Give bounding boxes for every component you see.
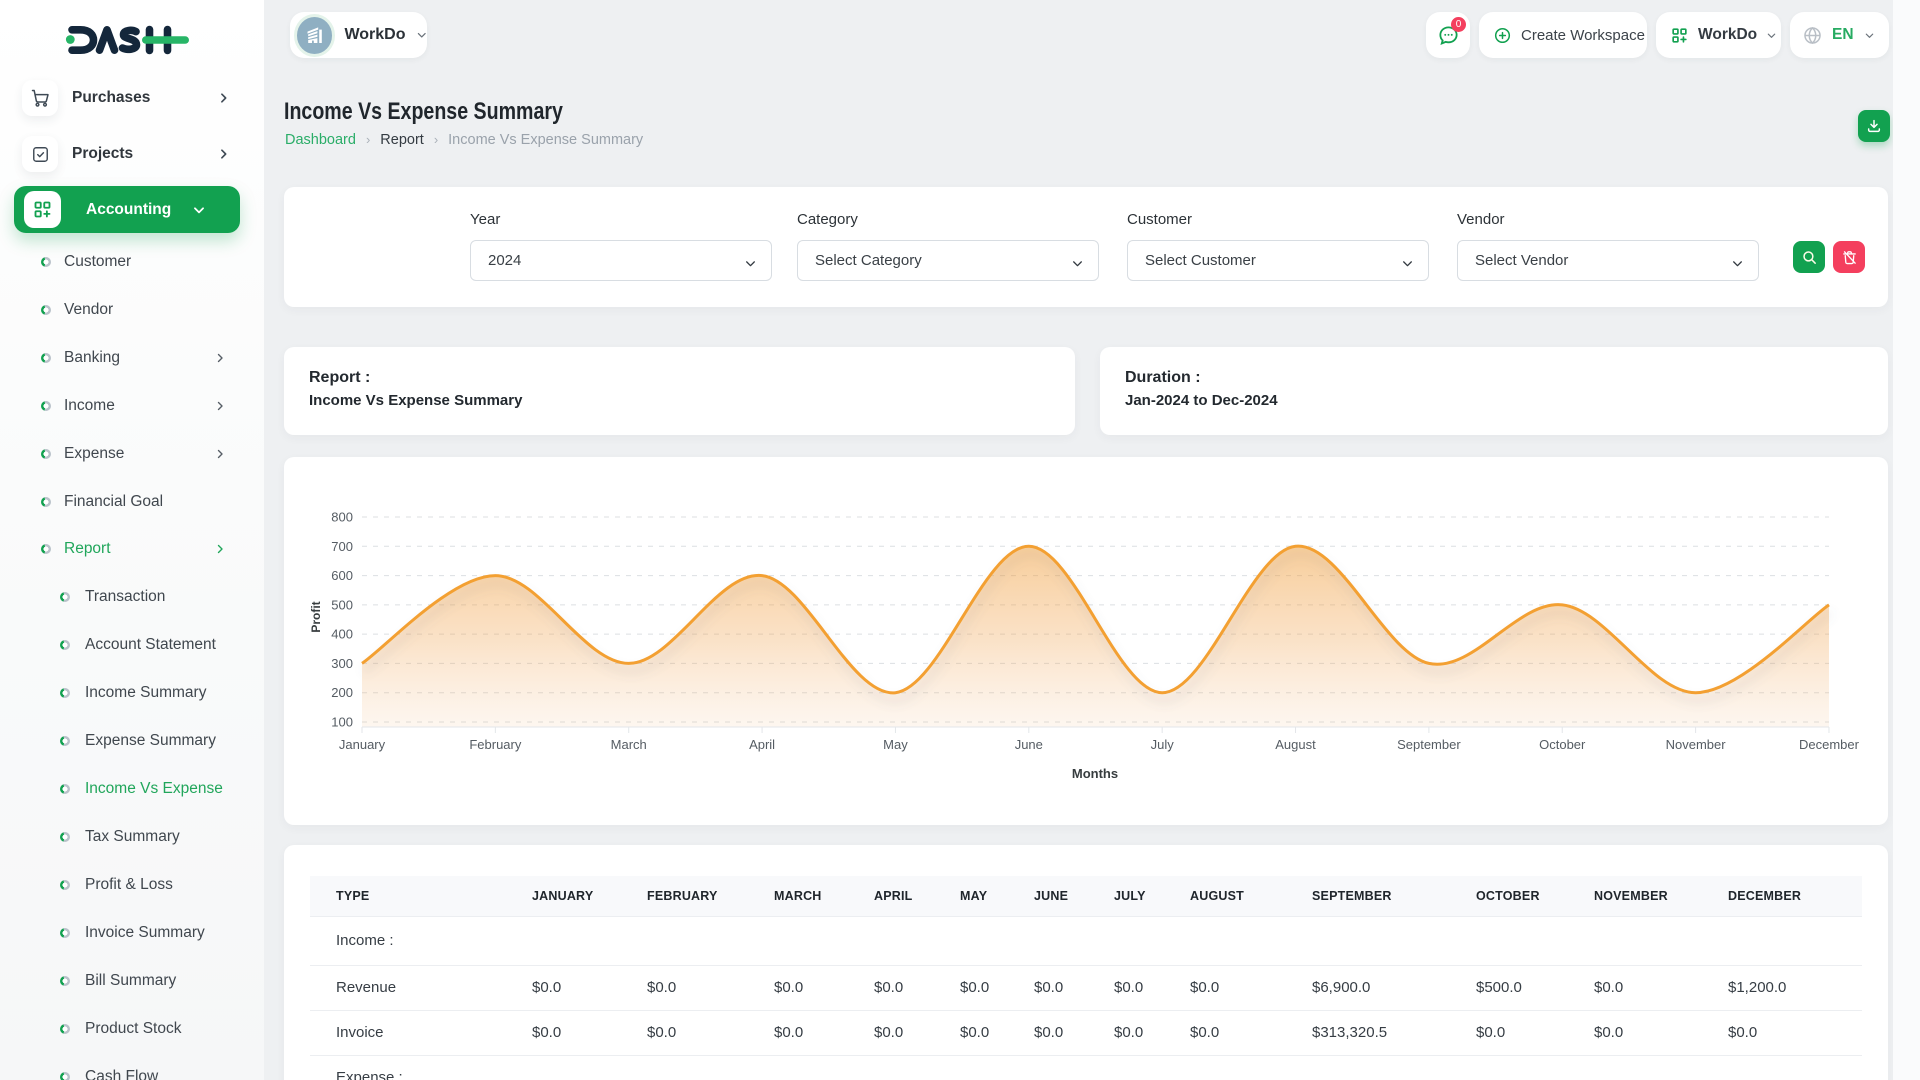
svg-text:500: 500 bbox=[331, 597, 353, 612]
svg-text:200: 200 bbox=[331, 685, 353, 700]
svg-text:July: July bbox=[1151, 737, 1175, 752]
svg-text:600: 600 bbox=[331, 568, 353, 583]
svg-text:October: October bbox=[1539, 737, 1586, 752]
svg-text:June: June bbox=[1015, 737, 1043, 752]
svg-text:Months: Months bbox=[1072, 766, 1118, 781]
svg-text:September: September bbox=[1397, 737, 1461, 752]
svg-text:February: February bbox=[469, 737, 522, 752]
svg-text:Profit: Profit bbox=[309, 601, 323, 632]
svg-text:100: 100 bbox=[331, 715, 353, 730]
svg-text:800: 800 bbox=[331, 510, 353, 525]
svg-text:March: March bbox=[611, 737, 647, 752]
svg-text:January: January bbox=[339, 737, 386, 752]
svg-text:700: 700 bbox=[331, 539, 353, 554]
svg-text:300: 300 bbox=[331, 656, 353, 671]
svg-text:May: May bbox=[883, 737, 908, 752]
svg-text:August: August bbox=[1275, 737, 1316, 752]
svg-text:November: November bbox=[1666, 737, 1727, 752]
svg-text:December: December bbox=[1799, 737, 1860, 752]
svg-text:April: April bbox=[749, 737, 775, 752]
svg-text:400: 400 bbox=[331, 627, 353, 642]
